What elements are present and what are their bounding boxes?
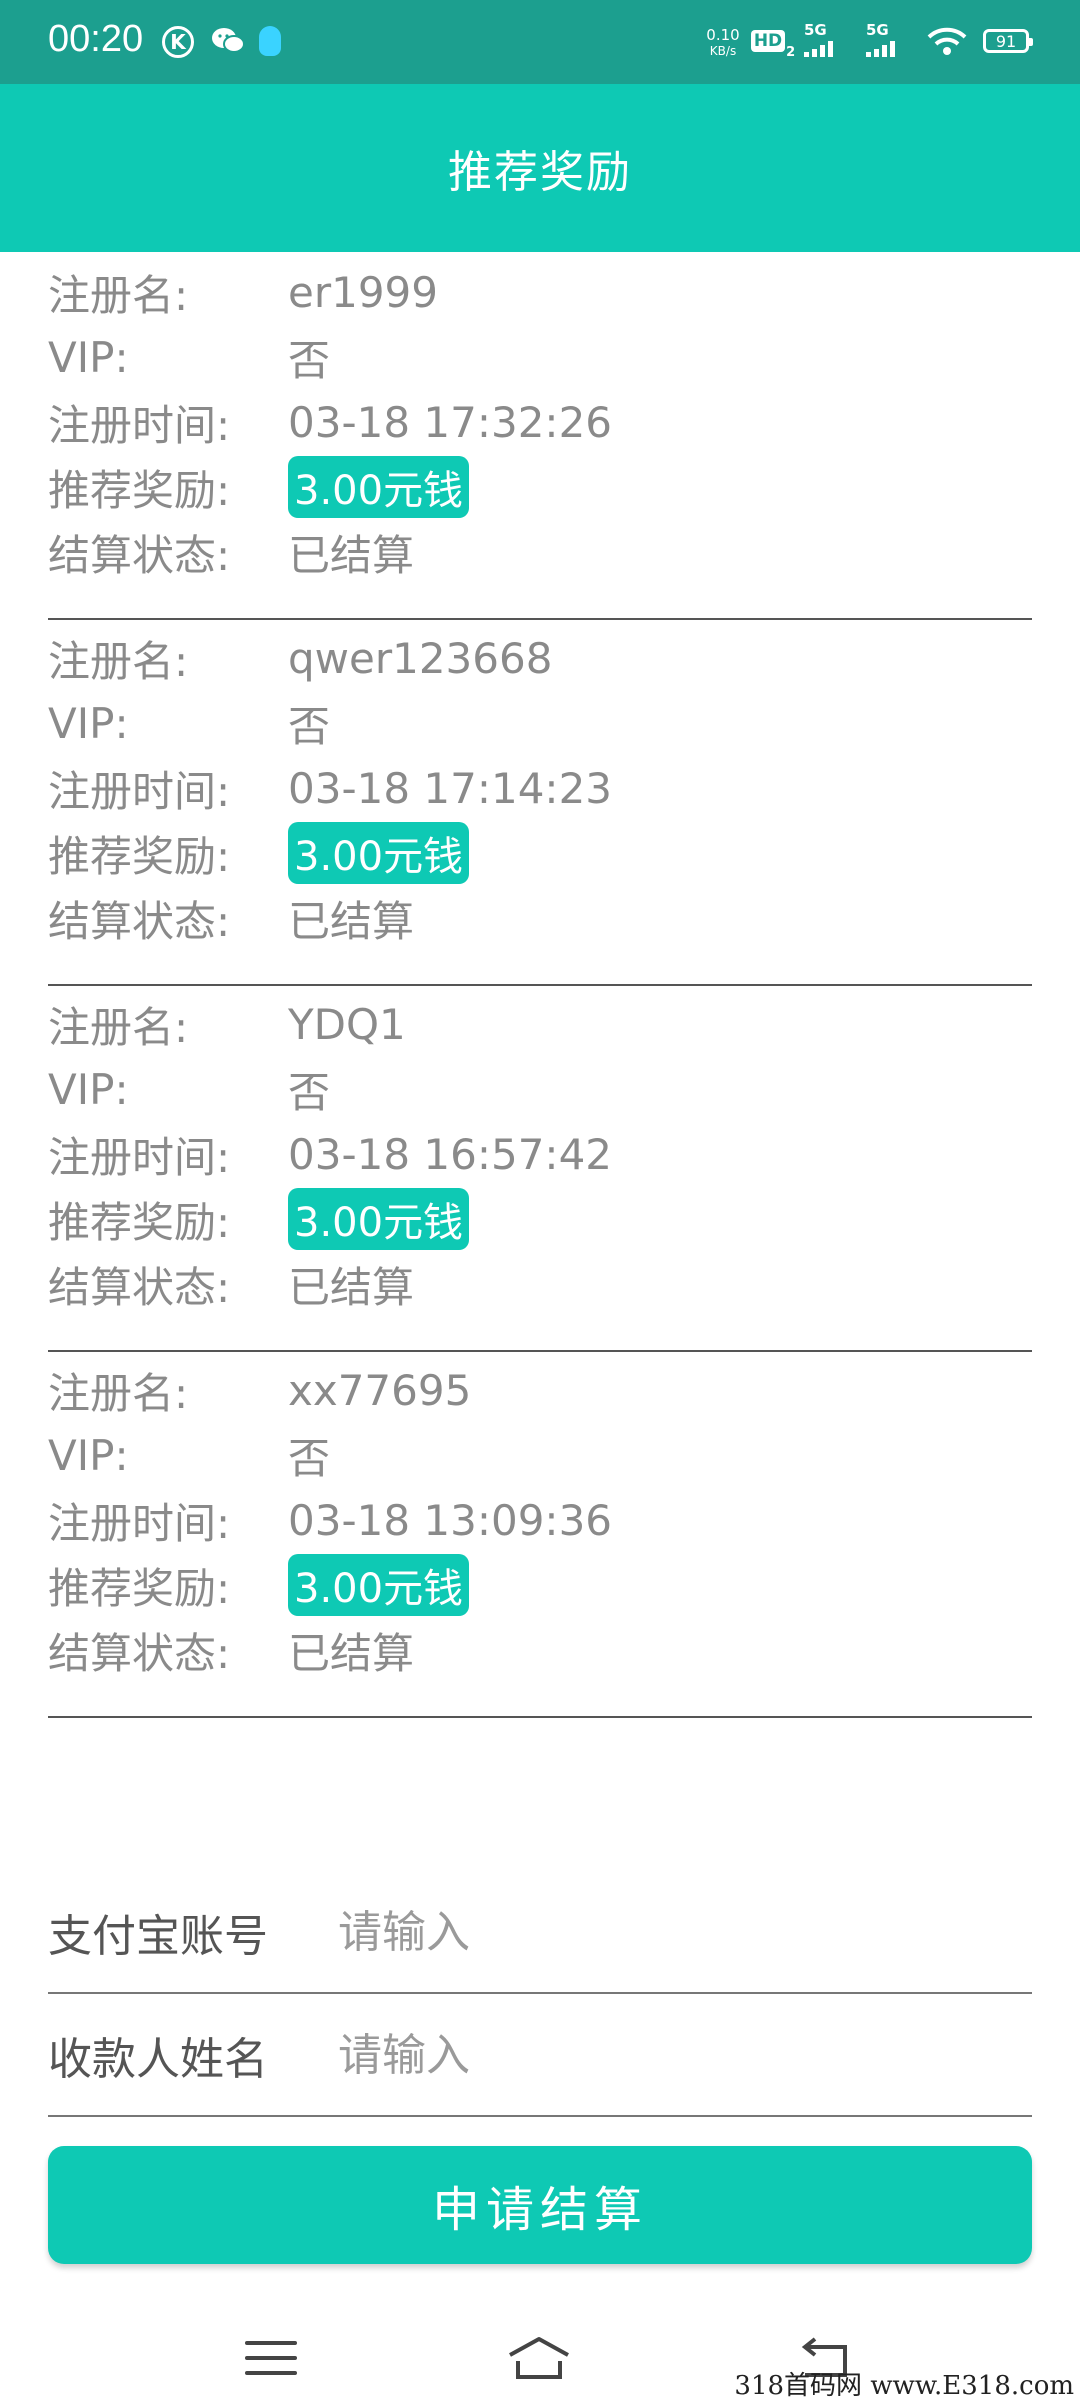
signal-5g-icon-1: 5G <box>804 20 856 58</box>
name-label: 注册名: <box>48 1002 189 1052</box>
alipay-account-label: 支付宝账号 <box>48 1911 268 1962</box>
app-header: 推荐奖励 <box>0 84 1080 252</box>
hd-voice-icon: HD 2 <box>750 22 795 60</box>
status-value: 已结算 <box>288 530 415 580</box>
time-label: 注册时间: <box>48 1132 231 1182</box>
record-item: 注册名: qwer123668 VIP: 否 注册时间: 03-18 17:14:23… <box>48 618 1032 986</box>
menu-icon[interactable] <box>236 2330 306 2386</box>
clock: 00:20 <box>48 18 144 60</box>
status-label: 结算状态: <box>48 896 231 946</box>
status-label: 结算状态: <box>48 1262 231 1312</box>
name-label: 注册名: <box>48 1368 189 1418</box>
wechat-icon <box>208 22 248 60</box>
battery-icon: 91 <box>978 22 1034 60</box>
time-value: 03-18 16:57:42 <box>288 1129 613 1179</box>
reward-badge: 3.00元钱 <box>288 1188 470 1250</box>
reward-label: 推荐奖励: <box>48 1197 231 1247</box>
reward-label: 推荐奖励: <box>48 831 231 881</box>
record-item: 注册名: YDQ1 VIP: 否 注册时间: 03-18 16:57:42 推荐奖励:… <box>48 984 1032 1352</box>
vip-value: 否 <box>288 701 331 751</box>
watermark: 318首码网 www.E318.com <box>734 2371 1074 2401</box>
vip-value: 否 <box>288 335 331 385</box>
payee-name-input[interactable] <box>338 2029 938 2081</box>
vip-label: VIP: <box>48 1430 129 1480</box>
signal-5g-icon-2: 5G <box>866 20 918 58</box>
name-label: 注册名: <box>48 270 189 320</box>
vip-label: VIP: <box>48 332 129 382</box>
status-label: 结算状态: <box>48 530 231 580</box>
vip-label: VIP: <box>48 698 129 748</box>
wifi-icon <box>924 22 970 60</box>
time-label: 注册时间: <box>48 766 231 816</box>
alipay-account-row: 支付宝账号 <box>48 1872 1032 1994</box>
network-speed: 0.10 KB/s <box>706 26 740 58</box>
time-label: 注册时间: <box>48 1498 231 1548</box>
record-item: 注册名: er1999 VIP: 否 注册时间: 03-18 17:32:26 推荐奖… <box>48 252 1032 620</box>
reward-badge: 3.00元钱 <box>288 456 470 518</box>
qq-icon <box>256 22 284 60</box>
reward-label: 推荐奖励: <box>48 465 231 515</box>
apply-settlement-button[interactable]: 申请结算 <box>48 2146 1032 2264</box>
status-bar: 00:20 K 0.10 KB/s HD 2 5G 5G 91 <box>0 0 1080 84</box>
time-value: 03-18 13:09:36 <box>288 1495 613 1545</box>
page-title: 推荐奖励 <box>448 147 632 198</box>
payee-name-row: 收款人姓名 <box>48 1995 1032 2117</box>
reward-label: 推荐奖励: <box>48 1563 231 1613</box>
reward-badge: 3.00元钱 <box>288 822 470 884</box>
home-icon[interactable] <box>504 2330 574 2386</box>
vip-value: 否 <box>288 1433 331 1483</box>
vip-value: 否 <box>288 1067 331 1117</box>
vip-label: VIP: <box>48 1064 129 1114</box>
name-value: qwer123668 <box>288 633 553 683</box>
status-label: 结算状态: <box>48 1628 231 1678</box>
reward-badge: 3.00元钱 <box>288 1554 470 1616</box>
name-value: er1999 <box>288 267 438 317</box>
status-value: 已结算 <box>288 1628 415 1678</box>
name-value: YDQ1 <box>288 999 406 1049</box>
time-label: 注册时间: <box>48 400 231 450</box>
name-value: xx77695 <box>288 1365 472 1415</box>
status-value: 已结算 <box>288 1262 415 1312</box>
name-label: 注册名: <box>48 636 189 686</box>
time-value: 03-18 17:32:26 <box>288 397 613 447</box>
payee-name-label: 收款人姓名 <box>48 2034 268 2085</box>
record-item: 注册名: xx77695 VIP: 否 注册时间: 03-18 13:09:36 推荐… <box>48 1350 1032 1718</box>
k-app-icon: K <box>162 26 194 58</box>
status-value: 已结算 <box>288 896 415 946</box>
time-value: 03-18 17:14:23 <box>288 763 613 813</box>
alipay-account-input[interactable] <box>338 1906 938 1958</box>
